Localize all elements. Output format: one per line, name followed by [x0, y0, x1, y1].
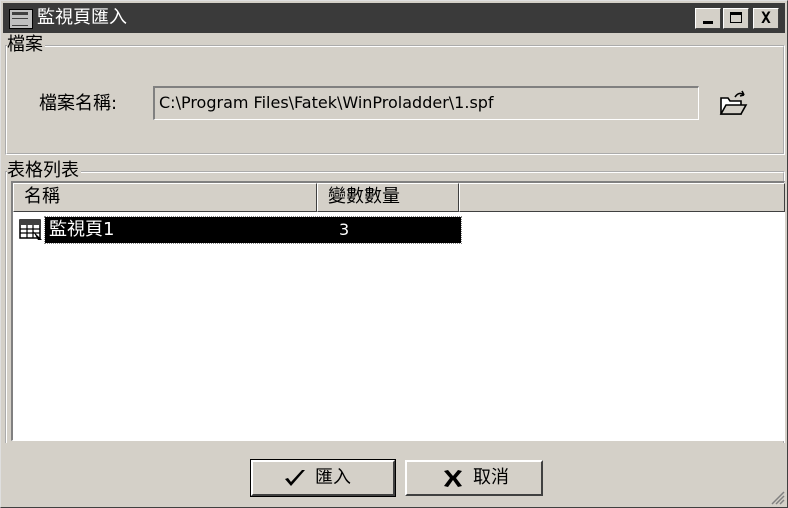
browse-button[interactable]: [717, 89, 749, 117]
import-button-label: 匯入: [315, 467, 351, 488]
window-title: 監視頁匯入: [37, 7, 127, 28]
table-group-label: 表格列表: [7, 160, 81, 181]
cancel-button-label: 取消: [473, 467, 509, 488]
x-icon: [444, 470, 462, 487]
import-button[interactable]: 匯入: [250, 459, 396, 497]
table-row[interactable]: 監視頁1 3: [17, 216, 462, 244]
maximize-button[interactable]: [723, 8, 749, 29]
cancel-button[interactable]: 取消: [405, 460, 543, 496]
row-count-cell: 3: [339, 220, 350, 239]
minimize-icon: [703, 21, 713, 24]
minimize-button[interactable]: [695, 8, 721, 29]
table-list[interactable]: 名稱 變數數量 監視頁1 3: [11, 181, 785, 441]
file-path-field[interactable]: C:\Program Files\Fatek\WinProladder\1.sp…: [153, 86, 699, 120]
column-header-count[interactable]: 變數數量: [317, 183, 459, 212]
column-header-empty: [459, 183, 785, 212]
import-dialog: 監視頁匯入 X 檔案 檔案名稱: C:\Program Files\Fatek\…: [0, 0, 788, 508]
table-icon: [19, 219, 42, 240]
column-header-name[interactable]: 名稱: [13, 183, 317, 212]
checkmark-icon: [285, 470, 305, 486]
folder-open-icon: [719, 90, 748, 115]
close-icon: X: [761, 8, 771, 27]
row-name-cell: 監視頁1: [49, 219, 115, 240]
maximize-icon: [730, 12, 742, 23]
close-button[interactable]: X: [753, 8, 779, 29]
resize-grip-icon[interactable]: [771, 491, 785, 505]
window-icon[interactable]: [9, 9, 33, 29]
title-bar[interactable]: 監視頁匯入 X: [3, 3, 785, 33]
file-group-label: 檔案: [7, 34, 45, 55]
file-name-label: 檔案名稱:: [39, 93, 118, 114]
